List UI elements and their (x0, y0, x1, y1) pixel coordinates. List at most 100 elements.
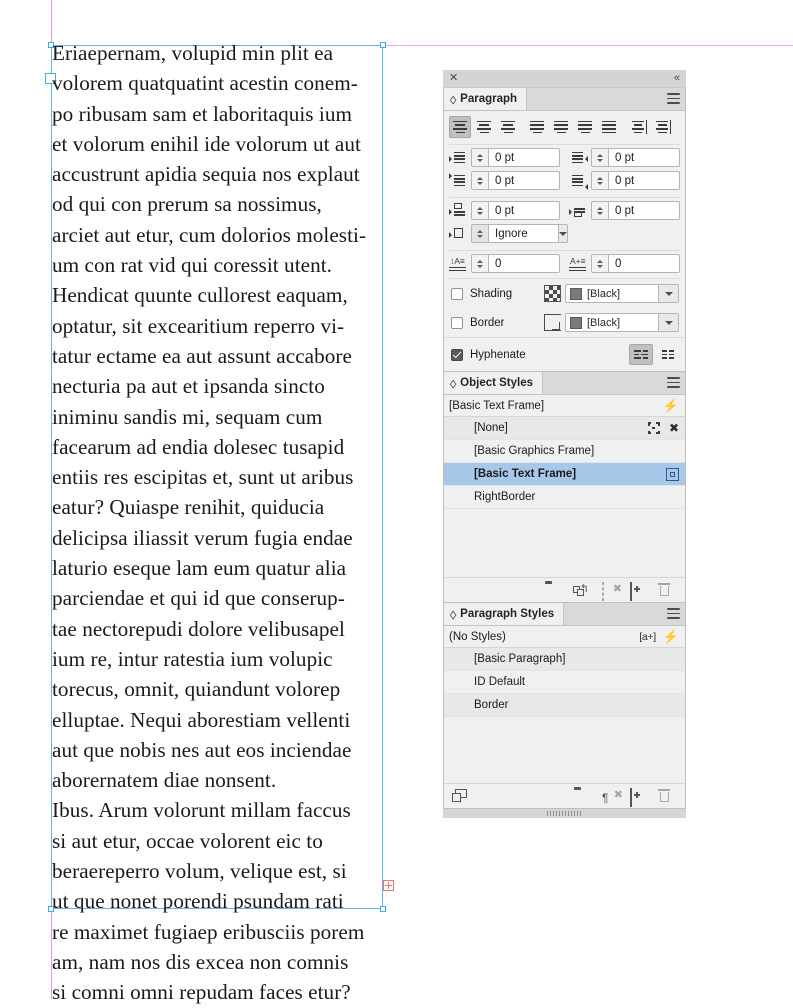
drop-cap-lines-stepper[interactable] (471, 254, 488, 273)
alignment-button-group[interactable] (444, 111, 685, 144)
collapse-panel-icon[interactable]: « (674, 71, 680, 85)
paragraph-styles-menu-icon[interactable] (667, 608, 680, 619)
delete-style-icon[interactable] (658, 583, 673, 597)
story-text[interactable]: Eriaepernam, volupid min plit ea volorem… (52, 38, 387, 1008)
default-text-frame-style-icon[interactable] (666, 467, 679, 481)
border-checkbox[interactable] (451, 316, 463, 329)
shading-checkbox[interactable] (451, 287, 463, 300)
drop-cap-chars-field[interactable]: A+≡ 0 (560, 254, 680, 273)
clear-attributes-not-defined-icon[interactable]: ✖ (602, 582, 622, 601)
align-away-from-spine-button[interactable] (651, 116, 673, 138)
align-toward-spine-button[interactable] (627, 116, 649, 138)
paragraph-styles-panel: ◇ Paragraph Styles (No Styles) [a+] ⚡ [B… (443, 603, 686, 809)
right-indent-stepper[interactable] (591, 148, 608, 167)
drop-cap-chars-stepper[interactable] (591, 254, 608, 273)
paragraph-style-item-basic-paragraph[interactable]: [Basic Paragraph] (444, 648, 685, 671)
shading-color-dropdown-icon[interactable] (659, 284, 679, 303)
paragraph-panel-menu-icon[interactable] (667, 93, 680, 104)
new-style-group-icon[interactable] (574, 789, 589, 803)
object-styles-empty-area[interactable] (444, 509, 685, 577)
last-line-indent-stepper[interactable] (591, 171, 608, 190)
adobe-single-line-composer-button[interactable] (656, 344, 680, 365)
object-style-item-none[interactable]: [None] ✖ (444, 417, 685, 440)
shading-color-swatch (570, 287, 582, 300)
close-icon[interactable]: ✕ (449, 72, 458, 85)
object-style-item-basic-text-frame[interactable]: [Basic Text Frame] (444, 463, 685, 486)
left-indent-field[interactable]: 0 pt (449, 148, 560, 167)
left-indent-value[interactable]: 0 pt (488, 148, 560, 167)
paragraph-style-item-id-default[interactable]: ID Default (444, 671, 685, 694)
quick-apply-icon[interactable]: ⚡ (663, 630, 679, 643)
justify-last-center-button[interactable] (550, 116, 572, 138)
object-styles-list[interactable]: [None] ✖ [Basic Graphics Frame] [Basic T… (444, 417, 685, 577)
delete-style-icon[interactable] (658, 789, 673, 803)
space-after-field[interactable]: 0 pt (560, 201, 680, 220)
clear-overrides-brush-icon[interactable]: ✖ (669, 422, 679, 434)
paragraph-styles-list[interactable]: [Basic Paragraph] ID Default Border (444, 648, 685, 783)
space-before-icon (449, 202, 468, 219)
object-style-item-rightborder[interactable]: RightBorder (444, 486, 685, 509)
dock-titlebar[interactable]: ✕ « (443, 70, 686, 88)
paragraph-panel-tabbar[interactable]: ◇ Paragraph (444, 88, 685, 111)
clear-overrides-icon[interactable]: ¶ ✖ (602, 789, 623, 804)
first-line-indent-value[interactable]: 0 pt (488, 171, 560, 190)
last-line-indent-value[interactable]: 0 pt (608, 171, 680, 190)
justify-last-left-button[interactable] (526, 116, 548, 138)
style-override-badge[interactable]: [a+] (639, 631, 656, 643)
align-to-grid-stepper[interactable] (471, 224, 488, 243)
create-new-style-icon[interactable] (630, 788, 645, 807)
quick-apply-icon[interactable]: ⚡ (663, 399, 679, 412)
object-style-label: RightBorder (474, 491, 536, 503)
create-new-style-icon[interactable] (630, 582, 645, 601)
space-after-value[interactable]: 0 pt (608, 201, 680, 220)
justify-last-right-button[interactable] (574, 116, 596, 138)
object-styles-panel: ◇ Object Styles [Basic Text Frame] ⚡ [No… (443, 372, 686, 603)
justify-all-button[interactable] (598, 116, 620, 138)
right-indent-field[interactable]: 0 pt (560, 148, 680, 167)
paragraph-styles-tabbar[interactable]: ◇ Paragraph Styles (444, 603, 685, 626)
paragraph-style-label: [Basic Paragraph] (474, 653, 566, 665)
new-style-group-icon[interactable] (545, 583, 560, 597)
shading-color-field[interactable]: [Black] (565, 284, 659, 303)
border-color-field[interactable]: [Black] (565, 313, 659, 332)
drop-cap-characters-icon: A+≡ (569, 255, 588, 272)
paragraph-styles-empty-area[interactable] (444, 717, 685, 783)
space-before-value[interactable]: 0 pt (488, 201, 560, 220)
left-indent-stepper[interactable] (471, 148, 488, 167)
border-color-dropdown-icon[interactable] (659, 313, 679, 332)
clear-overrides-icon[interactable]: ↰ (573, 583, 589, 597)
paragraph-style-item-border[interactable]: Border (444, 694, 685, 717)
tab-paragraph-styles[interactable]: ◇ Paragraph Styles (444, 603, 565, 625)
dock-resize-grip[interactable] (443, 809, 686, 818)
align-left-button[interactable] (449, 116, 471, 138)
first-line-indent-stepper[interactable] (471, 171, 488, 190)
shading-color-name: [Black] (587, 287, 621, 300)
tab-object-styles[interactable]: ◇ Object Styles (444, 372, 544, 394)
space-after-stepper[interactable] (591, 201, 608, 220)
drop-cap-lines-value[interactable]: 0 (488, 254, 560, 273)
drop-cap-lines-icon: ↕A≡ (449, 255, 468, 272)
hyphenate-checkbox[interactable] (451, 348, 463, 361)
align-right-button[interactable] (497, 116, 519, 138)
default-frame-style-icon[interactable] (647, 422, 660, 434)
drop-cap-chars-value[interactable]: 0 (608, 254, 680, 273)
align-center-button[interactable] (473, 116, 495, 138)
object-styles-current-row: [Basic Text Frame] ⚡ (444, 395, 685, 417)
align-to-grid-value[interactable]: Ignore (488, 224, 559, 243)
last-line-indent-field[interactable]: 0 pt (560, 171, 680, 190)
object-style-item-basic-graphics-frame[interactable]: [Basic Graphics Frame] (444, 440, 685, 463)
space-before-stepper[interactable] (471, 201, 488, 220)
object-styles-tabbar[interactable]: ◇ Object Styles (444, 372, 685, 395)
tab-paragraph[interactable]: ◇ Paragraph (444, 88, 528, 110)
load-styles-icon[interactable]: → (452, 789, 468, 804)
space-before-field[interactable]: 0 pt (449, 201, 560, 220)
first-line-indent-field[interactable]: 0 pt (449, 171, 560, 190)
adobe-paragraph-composer-button[interactable] (629, 344, 653, 365)
align-to-grid-field[interactable]: Ignore (449, 224, 568, 243)
object-styles-menu-icon[interactable] (667, 377, 680, 388)
drop-cap-lines-field[interactable]: ↕A≡ 0 (449, 254, 560, 273)
left-indent-icon (449, 149, 468, 166)
tab-grip-icon: ◇ (450, 92, 457, 106)
right-indent-value[interactable]: 0 pt (608, 148, 680, 167)
align-to-grid-dropdown-icon[interactable] (559, 224, 568, 243)
